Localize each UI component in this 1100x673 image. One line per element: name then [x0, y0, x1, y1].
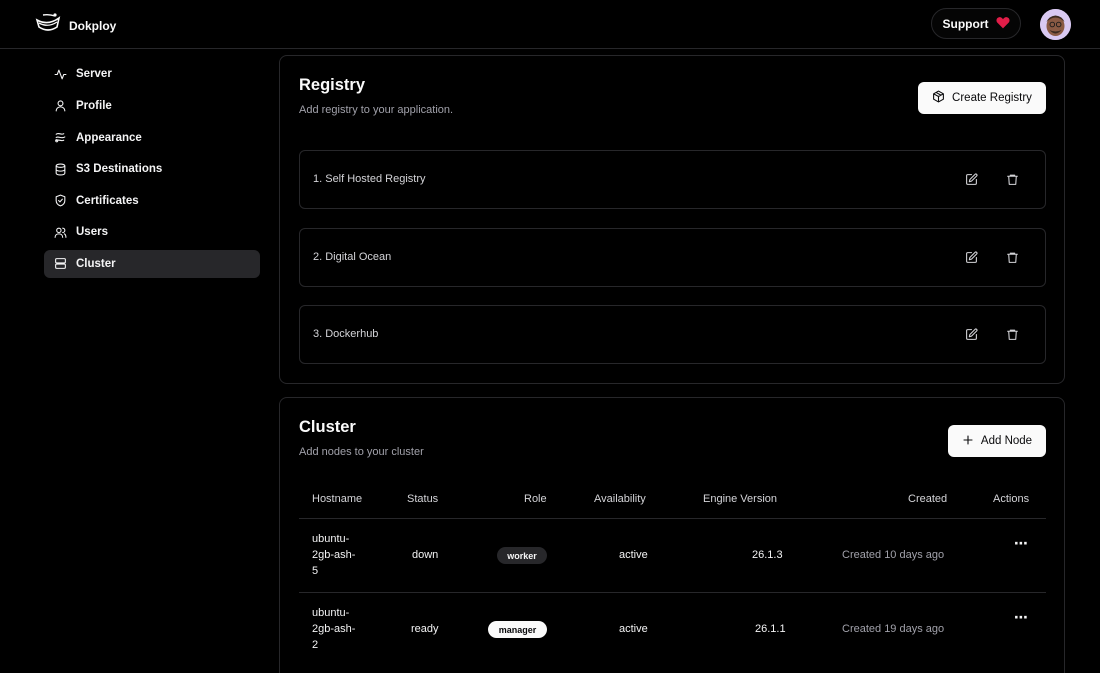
- sidebar-item-s3-destinations[interactable]: S3 Destinations: [44, 155, 260, 184]
- trash-icon[interactable]: [1004, 249, 1020, 265]
- user-icon: [54, 99, 67, 112]
- more-actions-icon[interactable]: ⋯: [1014, 535, 1028, 552]
- hostname-cell: ubuntu- 2gb-ash- 2: [312, 605, 355, 653]
- shield-check-icon: [54, 194, 67, 207]
- edit-icon[interactable]: [963, 171, 979, 187]
- status-cell: down: [412, 549, 439, 561]
- column-header-created: Created: [908, 493, 948, 505]
- sidebar-item-certificates[interactable]: Certificates: [44, 186, 260, 215]
- more-actions-icon[interactable]: ⋯: [1014, 609, 1028, 626]
- column-header-engine-version: Engine Version: [703, 493, 777, 505]
- server-icon: [54, 257, 67, 270]
- created-cell: Created 19 days ago: [842, 623, 945, 635]
- activity-icon: [54, 68, 67, 81]
- registry-item: 3. Dockerhub: [299, 305, 1046, 364]
- column-header-hostname: Hostname: [312, 493, 363, 505]
- registry-item-label: 3. Dockerhub: [313, 328, 379, 340]
- registry-card: Registry Add registry to your applicatio…: [279, 55, 1065, 384]
- table-divider: [299, 592, 1046, 593]
- sidebar-item-server[interactable]: Server: [44, 60, 260, 89]
- settings-sidebar: Server Profile Appearance S3 Destination…: [44, 60, 260, 281]
- create-registry-button[interactable]: Create Registry: [918, 82, 1046, 114]
- role-badge: worker: [497, 547, 547, 564]
- hostname-line: 2gb-ash-: [312, 623, 356, 635]
- add-node-label: Add Node: [980, 435, 1033, 447]
- hostname-line: 2gb-ash-: [312, 549, 356, 561]
- trash-icon[interactable]: [1004, 171, 1020, 187]
- create-registry-label: Create Registry: [952, 92, 1032, 104]
- cluster-description: Add nodes to your cluster: [299, 446, 424, 458]
- palette-icon: [54, 131, 67, 144]
- column-header-actions: Actions: [993, 493, 1030, 505]
- add-node-button[interactable]: Add Node: [948, 425, 1046, 457]
- hostname-line: ubuntu-: [312, 533, 350, 545]
- availability-cell: active: [619, 549, 648, 561]
- registry-description: Add registry to your application.: [299, 104, 454, 116]
- plus-icon: [962, 434, 974, 449]
- status-cell: ready: [411, 623, 439, 635]
- trash-icon[interactable]: [1004, 326, 1020, 342]
- heart-icon: [995, 16, 1010, 32]
- sidebar-item-label: Users: [76, 226, 108, 239]
- hostname-line: 5: [312, 565, 319, 577]
- support-button[interactable]: Support: [931, 8, 1021, 39]
- hostname-line: 2: [312, 639, 319, 651]
- sidebar-item-users[interactable]: Users: [44, 218, 260, 247]
- sidebar-item-label: Cluster: [76, 257, 116, 270]
- registry-item: 2. Digital Ocean: [299, 228, 1046, 287]
- support-label: Support: [942, 16, 989, 31]
- registry-item-label: 1. Self Hosted Registry: [313, 173, 426, 185]
- registry-item: 1. Self Hosted Registry: [299, 150, 1046, 209]
- sidebar-item-cluster[interactable]: Cluster: [44, 249, 260, 279]
- sidebar-item-appearance[interactable]: Appearance: [44, 123, 260, 152]
- edit-icon[interactable]: [963, 249, 979, 265]
- brand[interactable]: Dokploy: [35, 12, 116, 39]
- column-header-availability: Availability: [594, 493, 646, 505]
- sidebar-item-profile[interactable]: Profile: [44, 92, 260, 121]
- role-badge: manager: [488, 621, 547, 638]
- hostname-line: ubuntu-: [312, 607, 350, 619]
- hostname-cell: ubuntu- 2gb-ash- 5: [312, 531, 355, 579]
- sidebar-item-label: Appearance: [76, 131, 142, 144]
- avatar[interactable]: [1040, 9, 1071, 40]
- engine-version-cell: 26.1.3: [752, 549, 783, 561]
- top-header: Dokploy Support: [0, 0, 1100, 49]
- registry-item-label: 2. Digital Ocean: [313, 251, 392, 263]
- availability-cell: active: [619, 623, 648, 635]
- column-header-status: Status: [407, 493, 439, 505]
- users-icon: [54, 226, 67, 239]
- sidebar-item-label: Certificates: [76, 194, 139, 207]
- engine-version-cell: 26.1.1: [755, 623, 786, 635]
- sidebar-item-label: Profile: [76, 99, 112, 112]
- created-cell: Created 10 days ago: [842, 549, 945, 561]
- registry-title: Registry: [299, 76, 366, 94]
- edit-icon[interactable]: [963, 326, 979, 342]
- sidebar-item-label: Server: [76, 68, 112, 81]
- table-divider: [299, 518, 1046, 519]
- app-name: Dokploy: [69, 18, 117, 33]
- cluster-title: Cluster: [299, 418, 356, 436]
- sidebar-item-label: S3 Destinations: [76, 163, 163, 176]
- dokploy-logo-icon: [35, 12, 61, 39]
- database-icon: [54, 163, 67, 176]
- column-header-role: Role: [524, 493, 547, 505]
- cluster-card: Cluster Add nodes to your cluster Add No…: [279, 397, 1065, 673]
- package-icon: [932, 90, 945, 106]
